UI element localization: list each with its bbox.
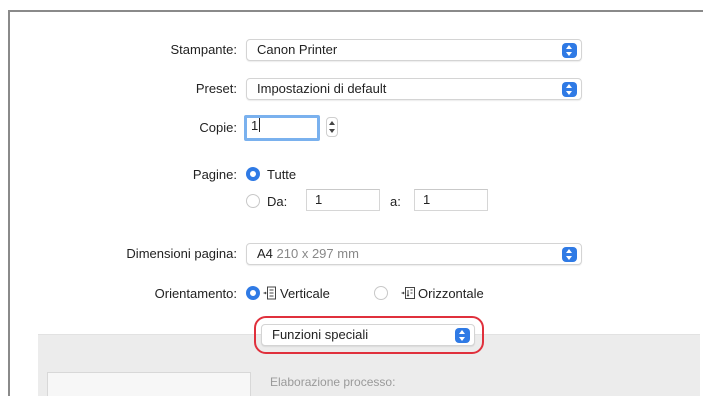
pages-all-radio[interactable] <box>246 167 260 181</box>
orientation-label: Orientamento: <box>154 286 237 301</box>
pages-from-label: Da: <box>267 194 288 209</box>
paper-size-name: A4 <box>257 246 273 261</box>
landscape-orientation-icon <box>401 287 415 299</box>
dialog-left-border <box>8 10 10 396</box>
pages-from-field[interactable]: 1 <box>306 189 380 211</box>
popup-arrows-icon <box>562 82 577 97</box>
copies-label: Copie: <box>199 120 237 135</box>
pages-to-field[interactable]: 1 <box>414 189 488 211</box>
dialog-top-border <box>8 10 703 12</box>
section-caption: Elaborazione processo: <box>270 375 396 389</box>
orientation-landscape-label: Orizzontale <box>418 286 484 301</box>
popup-arrows-icon <box>562 43 577 58</box>
paper-size-popup[interactable]: A4 210 x 297 mm <box>246 243 582 265</box>
preview-area <box>47 372 251 396</box>
orientation-portrait-label: Verticale <box>280 286 330 301</box>
pages-from-value: 1 <box>315 192 323 207</box>
copies-stepper[interactable] <box>326 117 338 137</box>
portrait-orientation-icon <box>263 286 276 300</box>
preset-value: Impostazioni di default <box>257 81 387 96</box>
popup-arrows-icon <box>562 247 577 262</box>
printer-label: Stampante: <box>170 42 238 57</box>
text-cursor <box>259 118 261 132</box>
pages-label: Pagine: <box>192 167 237 182</box>
highlight-frame <box>254 316 484 354</box>
preset-popup[interactable]: Impostazioni di default <box>246 78 582 100</box>
pages-to-label: a: <box>390 194 401 209</box>
pages-to-value: 1 <box>423 192 431 207</box>
pages-all-label: Tutte <box>267 167 297 182</box>
preset-label: Preset: <box>195 81 237 96</box>
copies-value: 1 <box>251 118 259 133</box>
orientation-portrait-radio[interactable] <box>246 286 260 300</box>
paper-size-label: Dimensioni pagina: <box>126 246 237 261</box>
copies-field[interactable]: 1 <box>244 115 320 141</box>
paper-size-dimensions: 210 x 297 mm <box>276 246 359 261</box>
orientation-landscape-radio[interactable] <box>374 286 388 300</box>
pages-range-radio[interactable] <box>246 194 260 208</box>
printer-value: Canon Printer <box>257 42 338 57</box>
printer-popup[interactable]: Canon Printer <box>246 39 582 61</box>
